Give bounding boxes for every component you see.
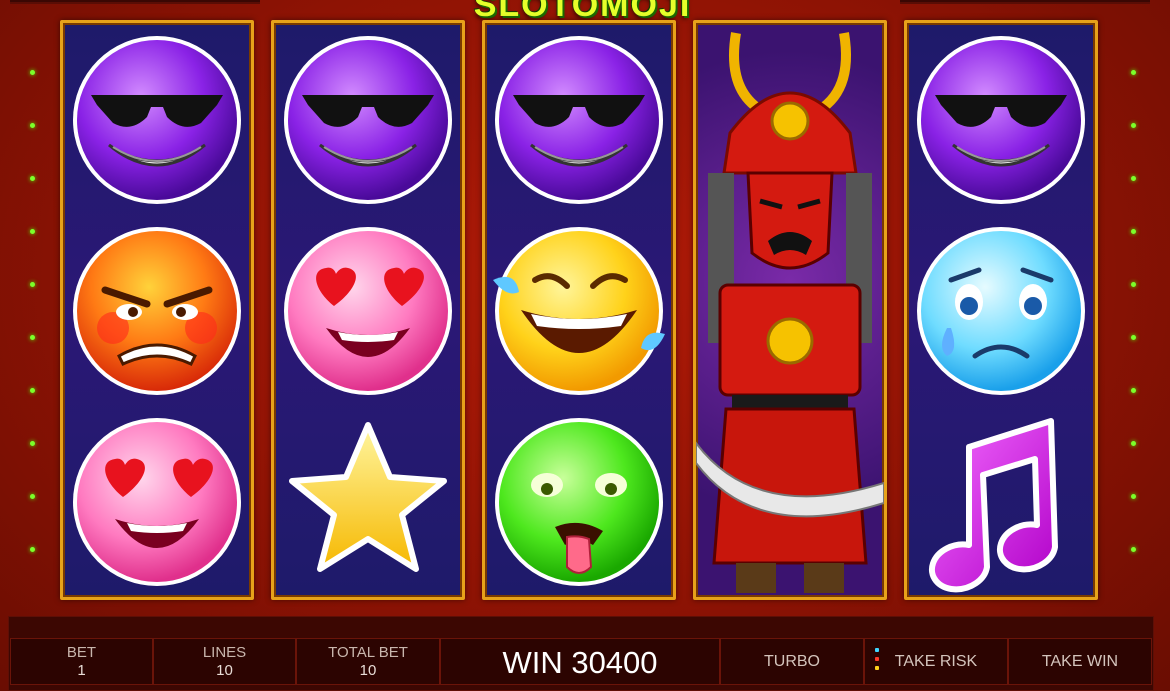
total-bet-display: TOTAL BET 10 [296,638,440,685]
sick-tongue-emoji-icon [485,407,673,597]
total-bet-value: 10 [359,662,377,679]
payline-dot [30,441,35,446]
turbo-button[interactable]: TURBO [720,638,864,685]
payline-dot [30,176,35,181]
payline-dot [30,547,35,552]
bet-label: BET [66,644,97,661]
payline-dot [1131,282,1136,287]
payline-dot [1131,176,1136,181]
payline-dot [1131,547,1136,552]
reel-1 [60,20,254,600]
payline-dot [30,388,35,393]
cool-sunglasses-emoji-icon [63,25,251,215]
lines-value: 10 [216,662,233,679]
reel-3 [482,20,676,600]
payline-dot [30,70,35,75]
crying-emoji-icon [907,216,1095,406]
cool-sunglasses-emoji-icon [907,25,1095,215]
heart-eyes-emoji-icon [274,216,462,406]
reel-5 [904,20,1098,600]
payline-dot [30,282,35,287]
top-menu-left[interactable] [10,0,260,4]
reel-2 [271,20,465,600]
payline-dot [30,123,35,128]
lines-label: LINES [202,644,247,661]
total-bet-label: TOTAL BET [328,644,408,661]
win-amount: WIN 30400 [502,645,658,680]
cool-sunglasses-emoji-icon [485,25,673,215]
take-risk-button[interactable]: TAKE RISK [864,638,1008,685]
turbo-label: TURBO [764,653,820,670]
take-win-button[interactable]: TAKE WIN [1008,638,1152,685]
win-display: WIN 30400 [440,638,720,685]
reel-4 [693,20,887,600]
payline-dot [1131,70,1136,75]
payline-dot [1131,335,1136,340]
payline-dot [30,494,35,499]
top-menu-right[interactable] [900,0,1150,4]
angry-emoji-icon [63,216,251,406]
cool-sunglasses-emoji-icon [274,25,462,215]
payline-dot [30,335,35,340]
payline-dot [1131,229,1136,234]
samurai-wild-icon [696,23,884,597]
payline-dot [1131,123,1136,128]
bet-control[interactable]: BET 1 [10,638,153,685]
take-win-label: TAKE WIN [1041,653,1119,670]
heart-eyes-emoji-icon [63,407,251,597]
laughing-tears-emoji-icon [485,216,673,406]
star-icon [274,407,462,597]
music-note-icon [907,407,1095,597]
payline-dot [1131,494,1136,499]
payline-dot [1131,441,1136,446]
lines-control[interactable]: LINES 10 [153,638,296,685]
take-risk-label: TAKE RISK [894,653,978,670]
bet-value: 1 [77,662,86,679]
payline-dot [1131,388,1136,393]
payline-dot [30,229,35,234]
game-logo: SLOTOMOJI [473,0,692,24]
